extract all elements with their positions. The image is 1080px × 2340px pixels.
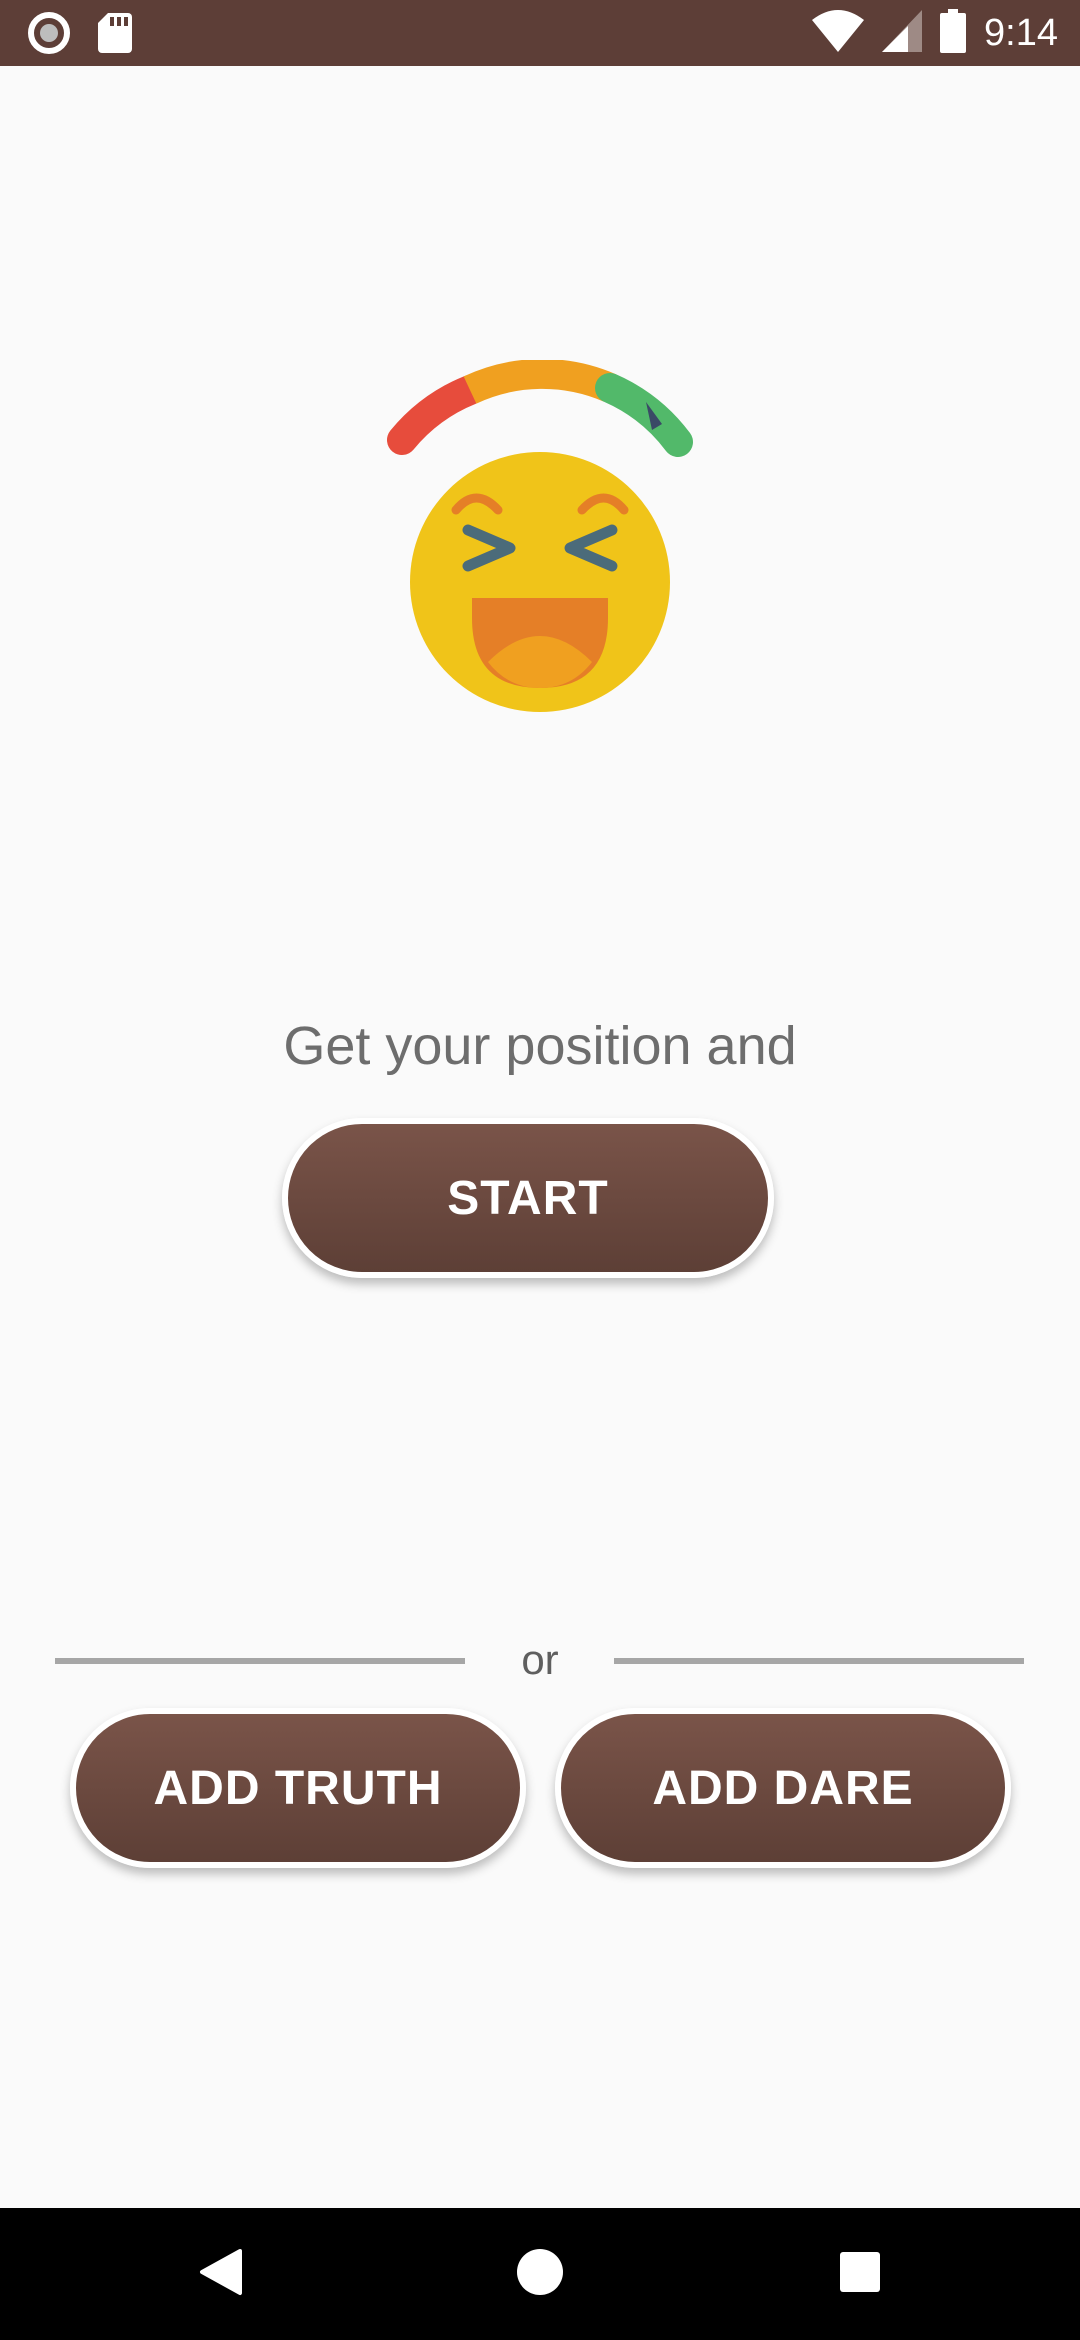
home-icon bbox=[516, 2248, 564, 2300]
cell-signal-icon bbox=[882, 10, 923, 56]
nav-recents-button[interactable] bbox=[820, 2238, 900, 2310]
add-truth-button-label: ADD TRUTH bbox=[153, 1761, 443, 1815]
back-icon bbox=[196, 2247, 244, 2301]
add-truth-button[interactable]: ADD TRUTH bbox=[70, 1708, 526, 1868]
sd-card-icon bbox=[98, 13, 132, 57]
status-bar: 9:14 bbox=[0, 0, 1080, 66]
status-right-icons: 9:14 bbox=[812, 8, 1058, 58]
divider-or-text: or bbox=[521, 1636, 559, 1683]
add-dare-button-label: ADD DARE bbox=[652, 1761, 914, 1815]
laughing-emoji-meter-icon bbox=[370, 358, 710, 720]
battery-icon bbox=[940, 9, 967, 57]
status-left-icons bbox=[28, 12, 132, 58]
status-time: 9:14 bbox=[984, 12, 1058, 54]
tagline-text: Get your position and bbox=[283, 1016, 797, 1076]
navigation-bar bbox=[0, 2208, 1080, 2340]
start-button[interactable]: START bbox=[282, 1118, 774, 1278]
add-dare-button[interactable]: ADD DARE bbox=[555, 1708, 1011, 1868]
media-circle-icon bbox=[28, 12, 70, 58]
recents-icon bbox=[839, 2251, 881, 2297]
nav-home-button[interactable] bbox=[500, 2238, 580, 2310]
divider-line-left bbox=[55, 1658, 465, 1664]
wifi-icon bbox=[812, 10, 865, 56]
nav-back-button[interactable] bbox=[180, 2238, 260, 2310]
app-screen: 9:14 Get your position and START or ADD … bbox=[0, 0, 1080, 2340]
start-button-label: START bbox=[447, 1171, 609, 1225]
divider-line-right bbox=[614, 1658, 1024, 1664]
